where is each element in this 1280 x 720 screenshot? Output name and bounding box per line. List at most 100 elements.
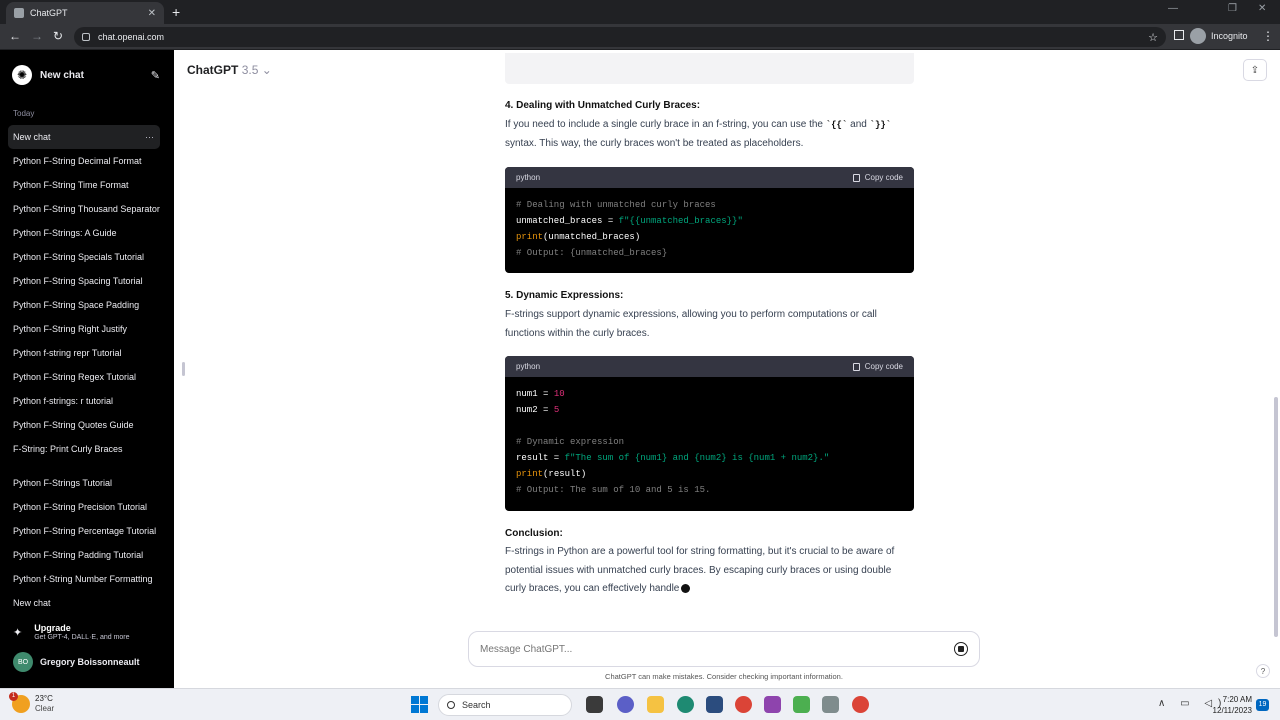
copy-code-button[interactable]: Copy code [852,173,903,182]
forward-button[interactable]: → [31,29,43,43]
code-language: python [516,362,541,371]
start-button[interactable] [411,696,428,713]
new-chat-button[interactable]: ✺ New chat ✎ [8,62,160,88]
code-content: num1 = 10 num2 = 5 # Dynamic expression … [516,389,830,495]
history-item[interactable]: Python F-String Time Format [8,173,160,197]
history-item[interactable]: Python F-String Decimal Format [8,149,160,173]
history-item[interactable]: Python F-String Spacing Tutorial [8,269,160,293]
app-icon[interactable] [822,696,839,713]
site-info-icon[interactable] [82,33,90,41]
app-icon[interactable] [793,696,810,713]
code-block-header: python Copy code [505,356,914,377]
copy-code-button[interactable]: Copy code [852,362,903,371]
chrome-incognito-icon[interactable] [852,696,869,713]
bookmark-star-icon[interactable]: ☆ [1148,31,1158,44]
share-button[interactable]: ⇪ [1243,59,1267,81]
history-item[interactable]: Python F-String Space Padding [8,293,160,317]
section-heading: 5. Dynamic Expressions: [505,290,624,301]
restore-button[interactable]: ❐ [1228,3,1237,14]
weather-widget[interactable]: 1 23°C Clear [9,692,55,714]
code-block-header: python Copy code [505,167,914,188]
history-item[interactable]: Python F-String Percentage Tutorial [8,519,160,543]
history-item[interactable]: Python f-String Number Formatting [8,567,160,591]
weather-condition: Clear [35,704,55,713]
minimize-button[interactable]: — [1168,3,1178,14]
paragraph: If you need to include a single curly br… [505,119,892,149]
user-name: Gregory Boissonneault [40,657,140,667]
side-panel-icon[interactable] [1174,30,1184,40]
upgrade-subtitle: Get GPT-4, DALL·E, and more [34,634,130,641]
file-explorer-icon[interactable] [647,696,664,713]
url-text: chat.openai.com [98,32,165,42]
notification-badge[interactable]: 19 [1256,699,1269,711]
history-section-today: Today [13,109,35,118]
incognito-indicator[interactable]: Incognito [1190,28,1248,44]
window-close-button[interactable]: ✕ [1258,3,1266,14]
sidebar-collapse-handle[interactable] [182,362,185,376]
stop-generating-button[interactable] [954,642,968,656]
tab-close-icon[interactable]: ✕ [148,8,156,19]
taskbar-search[interactable]: Search [438,694,572,716]
history-item[interactable]: Python F-String Regex Tutorial [8,365,160,389]
model-version: 3.5 [241,63,259,77]
clock-date: 12/11/2023 [1212,706,1252,715]
history-item[interactable]: Python F-Strings Tutorial [8,471,160,495]
history-item[interactable]: New chat [8,591,160,615]
reload-button[interactable]: ↻ [53,29,63,43]
browser-toolbar: ← → ↻ chat.openai.com ☆ Incognito ⋮ [0,24,1280,50]
sidebar: ✺ New chat ✎ Today New chat ··· Python F-… [0,50,174,688]
history-item[interactable]: Python F-String Thousand Separator [8,197,160,221]
message-input[interactable] [480,643,954,655]
more-options-icon[interactable]: ··· [145,125,154,149]
new-tab-button[interactable]: + [172,3,180,21]
store-icon[interactable] [706,696,723,713]
code-language: python [516,173,541,182]
browser-menu-icon[interactable]: ⋮ [1262,29,1274,43]
new-chat-label: New chat [40,69,84,81]
help-button[interactable]: ? [1256,664,1270,678]
previous-code-block [505,53,914,84]
inline-code: `}}` [869,120,892,130]
browser-tab[interactable]: ChatGPT ✕ [6,2,164,24]
history-item[interactable]: Python f-strings: r tutorial [8,389,160,413]
chat-history-list: New chat ··· Python F-String Decimal Form… [8,125,160,615]
history-item[interactable]: New chat ··· [8,125,160,149]
message-composer [468,631,980,667]
section-heading: Conclusion: [505,528,563,539]
history-item[interactable]: Python F-String Precision Tutorial [8,495,160,519]
chat-app-icon[interactable] [617,696,634,713]
model-selector[interactable]: ChatGPT 3.5 ⌄ [187,63,272,77]
clipboard-icon [852,173,860,182]
history-spacer [8,461,160,471]
scrollbar[interactable] [1274,397,1278,637]
history-item[interactable]: Python F-Strings: A Guide [8,221,160,245]
upgrade-button[interactable]: ✦ Upgrade Get GPT-4, DALL·E, and more [13,623,130,641]
address-bar[interactable]: chat.openai.com ☆ [74,27,1166,47]
compose-icon[interactable]: ✎ [151,69,160,82]
task-view-icon[interactable] [586,696,603,713]
clock-time: 7:20 AM [1222,695,1252,704]
app-icon[interactable] [764,696,781,713]
history-item[interactable]: Python F-String Quotes Guide [8,413,160,437]
history-item[interactable]: Python F-String Right Justify [8,317,160,341]
main-panel: ChatGPT 3.5 ⌄ ⇪ 4. Dealing with Unmatche… [174,50,1280,688]
clock[interactable]: 7:20 AM 12/11/2023 [1210,694,1252,716]
browser-tab-bar: ChatGPT ✕ + — ❐ ✕ [0,0,1280,24]
edge-browser-icon[interactable] [677,696,694,713]
history-item[interactable]: Python F-String Padding Tutorial [8,543,160,567]
paragraph: F-strings support dynamic expressions, a… [505,309,877,339]
chatgpt-favicon-icon [14,8,24,18]
history-item[interactable]: Python f-string repr Tutorial [8,341,160,365]
weather-badge: 1 [9,692,18,701]
section-heading: 4. Dealing with Unmatched Curly Braces: [505,100,701,111]
windows-taskbar: 1 23°C Clear Search ∧ ▭ ◁) 7:20 AM 12/11… [0,688,1280,720]
user-menu[interactable]: BO Gregory Boissonneault [13,652,140,672]
chrome-icon[interactable] [735,696,752,713]
disclaimer: ChatGPT can make mistakes. Consider chec… [605,672,843,681]
search-label: Search [462,700,491,710]
history-item[interactable]: Python F-String Specials Tutorial [8,245,160,269]
code-content: # Dealing with unmatched curly braces un… [516,200,743,258]
tab-title: ChatGPT [30,8,68,18]
history-item[interactable]: F-String: Print Curly Braces [8,437,160,461]
back-button[interactable]: ← [9,29,21,43]
